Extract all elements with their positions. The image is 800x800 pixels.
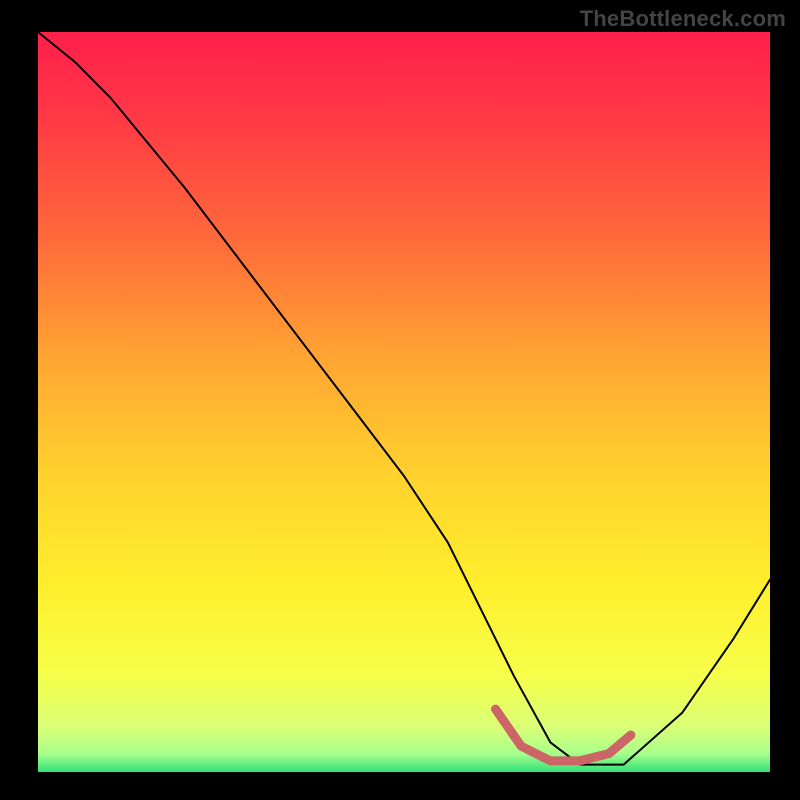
- watermark-text: TheBottleneck.com: [580, 6, 786, 32]
- chart-frame: TheBottleneck.com: [0, 0, 800, 800]
- bottleneck-chart: [0, 0, 800, 800]
